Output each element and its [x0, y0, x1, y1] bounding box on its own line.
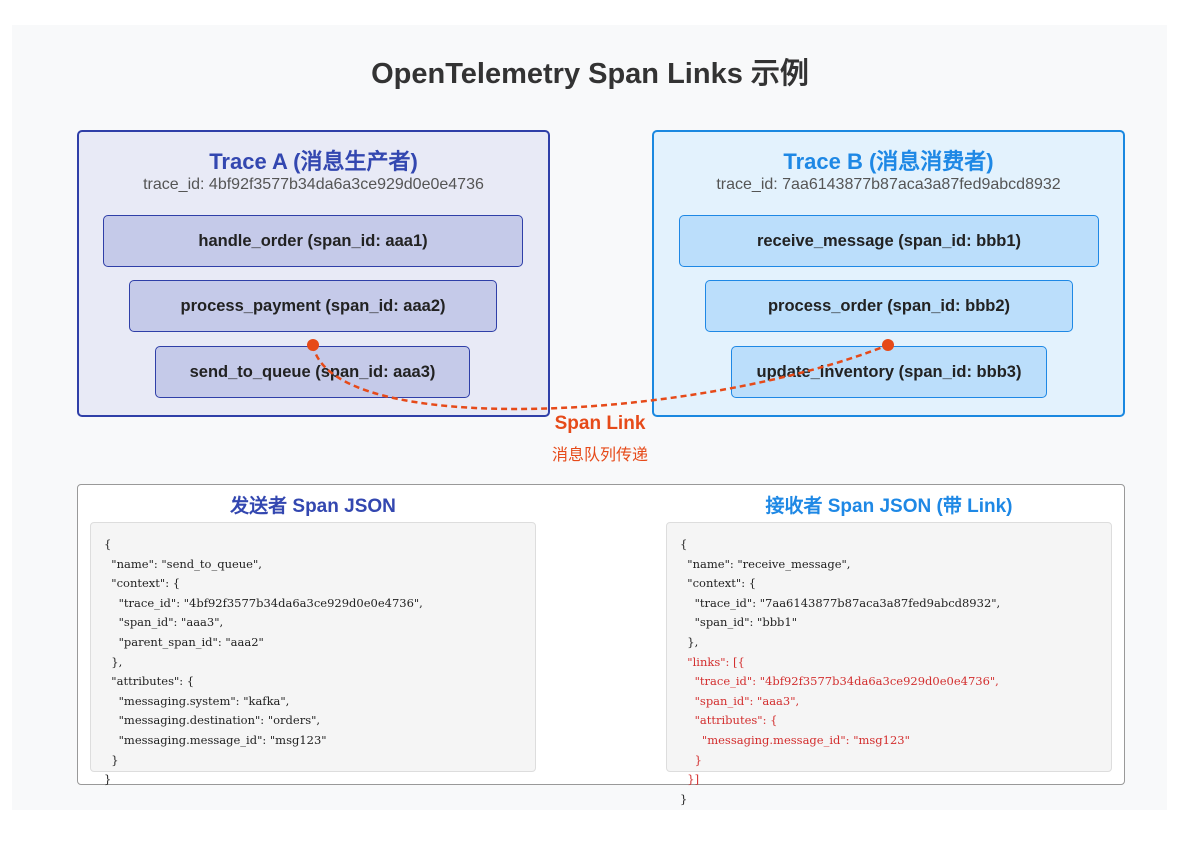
code-line: "attributes": {	[680, 713, 778, 728]
receiver-json-code: { "name": "receive_message", "context": …	[680, 535, 1000, 809]
code-line: }]	[680, 772, 700, 787]
code-line: "name": "receive_message",	[680, 556, 851, 571]
code-line: }	[680, 752, 702, 767]
receiver-json-title: 接收者 Span JSON (带 Link)	[765, 496, 1013, 517]
code-line: "links": [{	[680, 654, 745, 669]
code-line: "span_id": "aaa3",	[680, 693, 800, 708]
code-line: }	[680, 791, 688, 806]
code-line: "messaging.system": "kafka",	[104, 693, 290, 708]
code-line: "trace_id": "4bf92f3577b34da6a3ce929d0e0…	[680, 674, 999, 689]
code-line: "context": {	[104, 576, 181, 591]
code-line: }	[104, 752, 119, 767]
code-line: "parent_span_id": "aaa2"	[104, 634, 264, 649]
span-link-source-dot	[307, 339, 319, 351]
span-link-target-dot	[882, 339, 894, 351]
code-line: "span_id": "bbb1"	[680, 615, 798, 630]
code-line: "name": "send_to_queue",	[104, 556, 262, 571]
code-line: }	[104, 772, 112, 787]
code-line: {	[104, 537, 112, 551]
code-line: "trace_id": "4bf92f3577b34da6a3ce929d0e0…	[104, 595, 423, 610]
code-line: "messaging.message_id": "msg123"	[680, 732, 910, 747]
span-link-sublabel: 消息队列传递	[551, 447, 648, 464]
code-line: "span_id": "aaa3",	[104, 615, 224, 630]
span-link-label: Span Link	[554, 413, 646, 434]
code-line: "messaging.message_id": "msg123"	[104, 732, 327, 747]
code-line: },	[104, 654, 123, 669]
sender-json-title: 发送者 Span JSON	[230, 496, 396, 517]
sender-json-code: { "name": "send_to_queue", "context": { …	[104, 535, 423, 790]
code-line: },	[680, 634, 699, 649]
code-line: "context": {	[680, 576, 757, 591]
code-line: "messaging.destination": "orders",	[104, 713, 321, 728]
code-line: "attributes": {	[104, 674, 195, 689]
code-line: {	[680, 537, 688, 551]
span-link-path	[311, 343, 889, 411]
code-line: "trace_id": "7aa6143877b87aca3a87fed9abc…	[680, 595, 1001, 610]
